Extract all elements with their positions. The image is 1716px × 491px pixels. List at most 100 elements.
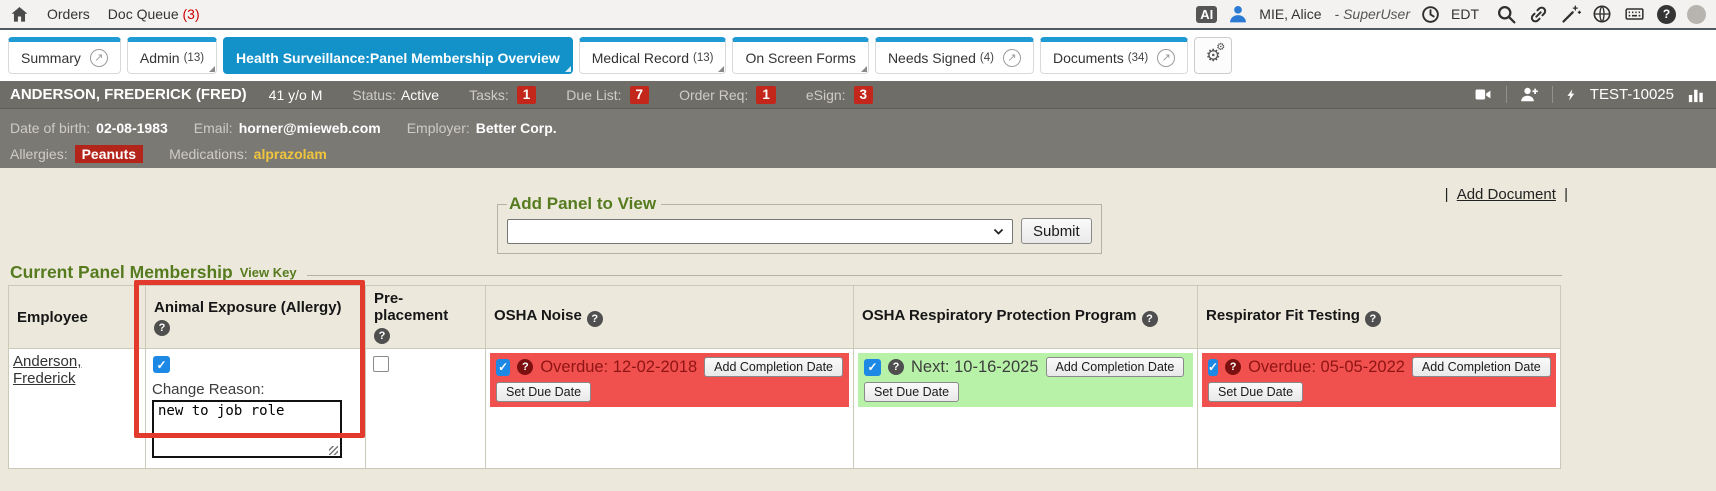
user-icon <box>1228 4 1248 24</box>
link-icon[interactable] <box>1528 4 1549 25</box>
help-icon[interactable]: ? <box>154 320 170 336</box>
help-icon[interactable]: ? <box>1225 359 1241 375</box>
osha-respiratory-checkbox[interactable]: ✓ <box>864 359 881 376</box>
order-req-count-badge[interactable]: 1 <box>756 86 776 104</box>
wand-icon[interactable] <box>1560 4 1581 25</box>
tab-health-surveillance-panel-membership[interactable]: Health Surveillance:Panel Membership Ove… <box>223 37 573 74</box>
add-person-icon[interactable] <box>1519 85 1540 104</box>
help-icon[interactable]: ? <box>1657 5 1676 24</box>
doc-queue-menu-item[interactable]: Doc Queue (3) <box>108 6 200 22</box>
help-icon[interactable]: ? <box>1365 311 1381 327</box>
pre-placement-cell <box>366 349 486 469</box>
pre-placement-checkbox[interactable] <box>373 356 389 372</box>
help-icon[interactable]: ? <box>1142 311 1158 327</box>
allergy-badge[interactable]: Peanuts <box>75 145 143 163</box>
tasks-count-badge[interactable]: 1 <box>517 86 537 104</box>
employer-label: Employer: <box>407 120 470 136</box>
add-completion-date-button[interactable]: Add Completion Date <box>1412 357 1551 377</box>
set-due-date-button[interactable]: Set Due Date <box>1208 382 1303 402</box>
ai-badge[interactable]: AI <box>1196 6 1217 23</box>
dob-value: 02-08-1983 <box>96 120 168 136</box>
tab-count: (13) <box>693 52 713 64</box>
status-label: Status: <box>352 87 396 103</box>
osha-noise-checkbox[interactable]: ✓ <box>496 359 510 376</box>
tab-medical-record[interactable]: Medical Record (13) <box>579 37 727 74</box>
tab-needs-signed[interactable]: Needs Signed (4) ↗ <box>875 37 1034 74</box>
medication-value[interactable]: alprazolam <box>254 146 327 162</box>
submit-button[interactable]: Submit <box>1021 218 1092 244</box>
patient-name: ANDERSON, FREDERICK (FRED) <box>10 86 247 103</box>
orders-menu-item[interactable]: Orders <box>47 6 90 22</box>
globe-icon[interactable] <box>1592 4 1612 24</box>
doc-queue-count: (3) <box>183 6 200 22</box>
tab-fold-corner <box>718 66 724 72</box>
change-reason-label: Change Reason: <box>152 381 361 398</box>
set-due-date-button[interactable]: Set Due Date <box>864 382 959 402</box>
tab-label: Documents <box>1053 50 1124 66</box>
respirator-fit-checkbox[interactable]: ✓ <box>1208 359 1218 376</box>
external-link-icon: ↗ <box>90 49 108 67</box>
medications-label: Medications: <box>169 146 248 162</box>
help-icon[interactable]: ? <box>517 359 533 375</box>
chevron-down-icon <box>992 225 1005 238</box>
tab-settings-button[interactable]: ⚙ ⚙ <box>1194 37 1232 74</box>
order-req-label: Order Req: <box>679 87 748 103</box>
help-icon[interactable]: ? <box>374 328 390 344</box>
patient-info-bar: Date of birth: 02-08-1983 Email: horner@… <box>0 108 1716 168</box>
current-panel-membership-header: Current Panel Membership View Key <box>10 262 1562 283</box>
add-completion-date-button[interactable]: Add Completion Date <box>704 357 843 377</box>
tab-count: (4) <box>980 52 994 64</box>
esign-count-badge[interactable]: 3 <box>854 86 874 104</box>
help-icon[interactable]: ? <box>587 311 603 327</box>
clock-icon[interactable] <box>1421 5 1440 24</box>
allergies-label: Allergies: <box>10 146 68 162</box>
help-icon[interactable]: ? <box>888 359 904 375</box>
search-icon[interactable] <box>1496 4 1517 25</box>
due-list-label: Due List: <box>566 87 621 103</box>
tab-fold-corner <box>565 66 571 72</box>
osha-respiratory-cell: ✓ ? Next: 10-16-2025 Add Completion Date… <box>854 349 1198 469</box>
bar-chart-icon[interactable] <box>1686 86 1706 104</box>
add-completion-date-button[interactable]: Add Completion Date <box>1046 357 1185 377</box>
panel-select[interactable] <box>507 219 1013 244</box>
osha-respiratory-status: Next: 10-16-2025 <box>911 358 1039 377</box>
status-indicator-circle <box>1687 5 1706 24</box>
external-link-icon: ↗ <box>1157 49 1175 67</box>
animal-exposure-checkbox[interactable]: ✓ <box>153 356 170 373</box>
column-header-respirator-fit: Respirator Fit Testing? <box>1198 286 1561 349</box>
tab-documents[interactable]: Documents (34) ↗ <box>1040 37 1188 74</box>
chart-id: TEST-10025 <box>1590 86 1674 103</box>
view-key-link[interactable]: View Key <box>240 265 297 280</box>
tab-admin[interactable]: Admin (13) <box>127 37 217 74</box>
add-document-link[interactable]: Add Document <box>1457 186 1556 203</box>
divider <box>1552 86 1553 103</box>
patient-age-sex: 41 y/o M <box>269 87 323 103</box>
doc-queue-label: Doc Queue <box>108 6 179 22</box>
video-camera-icon[interactable] <box>1472 86 1494 103</box>
column-header-pre-placement: Pre-placement ? <box>366 286 486 349</box>
respirator-fit-status: Overdue: 05-05-2022 <box>1248 358 1405 377</box>
timezone-label: EDT <box>1451 6 1479 22</box>
keyboard-icon[interactable] <box>1623 4 1646 24</box>
tasks-label: Tasks: <box>469 87 509 103</box>
change-reason-textarea[interactable]: new to job role <box>152 400 342 458</box>
column-header-osha-noise: OSHA Noise? <box>486 286 854 349</box>
top-navigation-bar: Orders Doc Queue (3) AI MIE, Alice - Sup… <box>0 0 1716 30</box>
gear-icon-small: ⚙ <box>1216 42 1225 53</box>
osha-noise-status-block: ✓ ? Overdue: 12-02-2018 Add Completion D… <box>490 353 849 407</box>
user-name[interactable]: MIE, Alice <box>1259 6 1321 22</box>
tab-summary[interactable]: Summary ↗ <box>8 37 121 74</box>
table-header-row: Employee Animal Exposure (Allergy) ? Pre… <box>9 286 1561 349</box>
due-list-count-badge[interactable]: 7 <box>630 86 650 104</box>
email-value: horner@mieweb.com <box>239 120 381 136</box>
employee-link[interactable]: Anderson, Frederick <box>13 353 81 387</box>
osha-respiratory-status-block: ✓ ? Next: 10-16-2025 Add Completion Date… <box>858 353 1193 407</box>
lightning-icon[interactable] <box>1565 86 1578 104</box>
tab-on-screen-forms[interactable]: On Screen Forms <box>732 37 868 74</box>
add-panel-fieldset: Add Panel to View Submit <box>497 194 1102 254</box>
home-icon[interactable] <box>10 5 29 24</box>
column-header-employee: Employee <box>9 286 146 349</box>
tab-label: Health Surveillance:Panel Membership Ove… <box>236 50 560 66</box>
set-due-date-button[interactable]: Set Due Date <box>496 382 591 402</box>
tab-label: Admin <box>140 50 180 66</box>
